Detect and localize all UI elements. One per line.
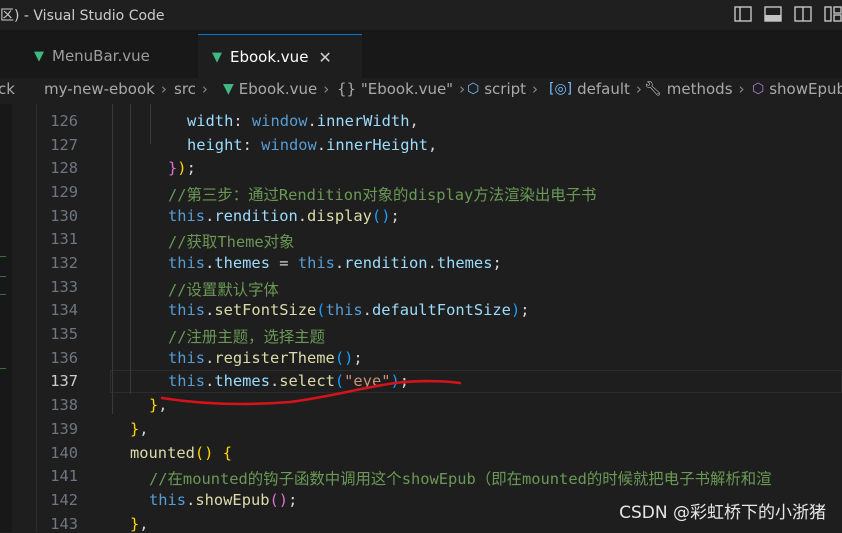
red-annotation-underline [160,379,462,406]
watermark: CSDN @彩虹桥下的小浙猪 [619,503,826,523]
